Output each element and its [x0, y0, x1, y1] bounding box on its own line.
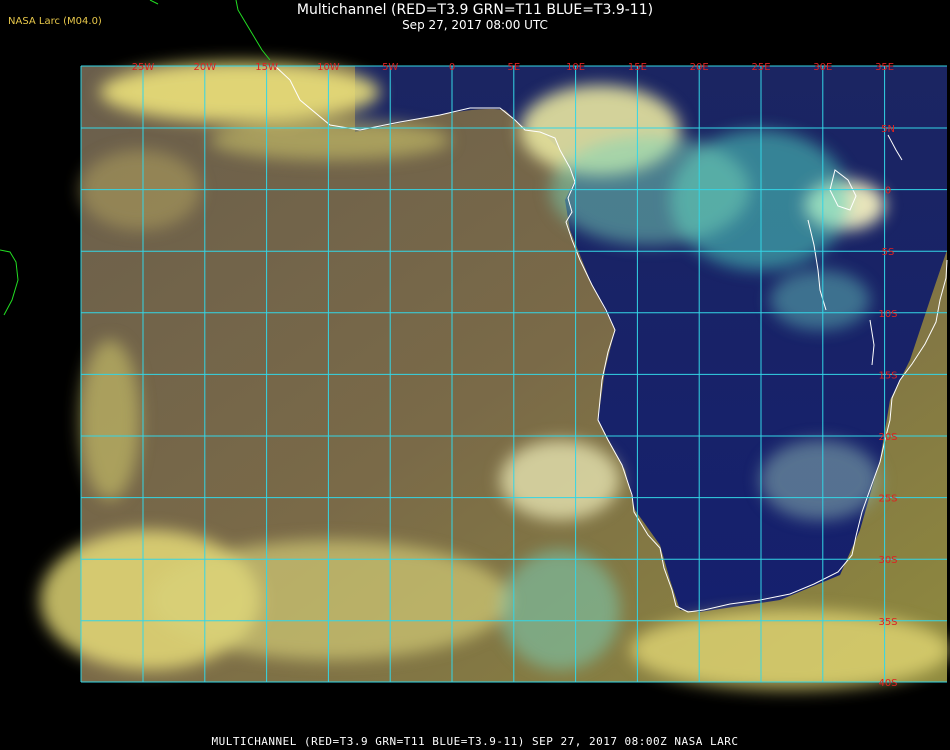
border-outline [0, 249, 19, 316]
latitude-label: 15S [878, 370, 897, 381]
longitude-label: 10E [566, 62, 585, 73]
latitude-label: 30S [878, 555, 897, 566]
latitude-label: 10S [878, 309, 897, 320]
latitude-label: 5N [881, 124, 895, 135]
longitude-label: 25E [751, 62, 770, 73]
longitude-label: 35E [875, 62, 894, 73]
latitude-label: 25S [878, 494, 897, 505]
longitude-label: 5W [382, 62, 398, 73]
latitude-label: 5S [882, 247, 895, 258]
latitude-label: 0 [885, 186, 891, 197]
footer-caption: MULTICHANNEL (RED=T3.9 GRN=T11 BLUE=T3.9… [211, 735, 739, 748]
longitude-label: 25W [132, 62, 155, 73]
longitude-label: 15W [255, 62, 278, 73]
cloud [630, 610, 950, 690]
cloud [500, 550, 620, 670]
satellite-map: 25W 20W 15W 10W 5W 0 5E 10E 15E 20E 25E 30E 35E 5N 0 5… [0, 0, 950, 726]
latitude-label: 35S [878, 617, 897, 628]
cloud [150, 540, 510, 660]
cloud [210, 120, 450, 160]
image-title: Multichannel (RED=T3.9 GRN=T11 BLUE=T3.9… [296, 2, 654, 18]
longitude-label: 15E [628, 62, 647, 73]
latitude-label: 20S [878, 432, 897, 443]
latitude-label: 40S [878, 678, 897, 689]
cloud [80, 340, 140, 500]
cloud [500, 440, 620, 520]
longitude-label: 20E [690, 62, 709, 73]
longitude-label: 30E [813, 62, 832, 73]
cloud [770, 270, 870, 330]
longitude-label: 5E [507, 62, 520, 73]
longitude-label: 0 [449, 62, 455, 73]
cloud [760, 440, 880, 520]
longitude-label: 20W [193, 62, 216, 73]
longitude-label: 10W [317, 62, 340, 73]
image-timestamp: Sep 27, 2017 08:00 UTC [402, 18, 548, 32]
